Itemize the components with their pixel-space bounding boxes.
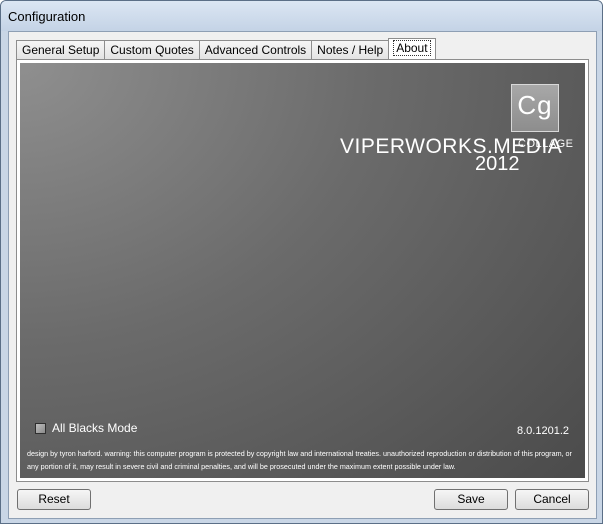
configuration-window: Configuration General Setup Custom Quote… [0,0,603,524]
version-label: 8.0.1201.2 [517,425,569,437]
tab-strip: General Setup Custom Quotes Advanced Con… [16,38,436,59]
tab-label: Advanced Controls [204,43,307,57]
title-bar[interactable]: Configuration [1,1,602,31]
legal-notice: design by tyron harford. warning: this c… [27,449,572,471]
tab-advanced-controls[interactable]: Advanced Controls [198,40,313,59]
tab-custom-quotes[interactable]: Custom Quotes [104,40,200,59]
about-tab-panel: Cg COLLAGE VIPERWORKS.MEDIA 2012 All Bla… [16,59,589,482]
collage-logo-icon: Cg [511,84,559,132]
tab-label: About [393,40,431,56]
tab-label: Notes / Help [317,43,384,57]
tab-label: General Setup [22,43,100,57]
brand-year: 2012 [475,153,520,175]
reset-button[interactable]: Reset [17,489,91,510]
brand-name: VIPERWORKS.MEDIA [340,135,563,158]
save-button[interactable]: Save [434,489,508,510]
all-blacks-mode-checkbox[interactable] [35,422,46,434]
all-blacks-mode-label[interactable]: All Blacks Mode [52,421,137,435]
cancel-button[interactable]: Cancel [515,489,589,510]
all-blacks-mode-option[interactable]: All Blacks Mode [35,421,137,435]
about-splash: Cg COLLAGE VIPERWORKS.MEDIA 2012 All Bla… [20,63,585,478]
tab-about[interactable]: About [388,38,436,59]
logo-letters: Cg [517,90,553,120]
client-area: General Setup Custom Quotes Advanced Con… [8,31,597,519]
tab-general-setup[interactable]: General Setup [16,40,106,59]
tab-label: Custom Quotes [110,43,194,57]
window-title: Configuration [8,9,86,24]
tab-notes-help[interactable]: Notes / Help [311,40,390,59]
